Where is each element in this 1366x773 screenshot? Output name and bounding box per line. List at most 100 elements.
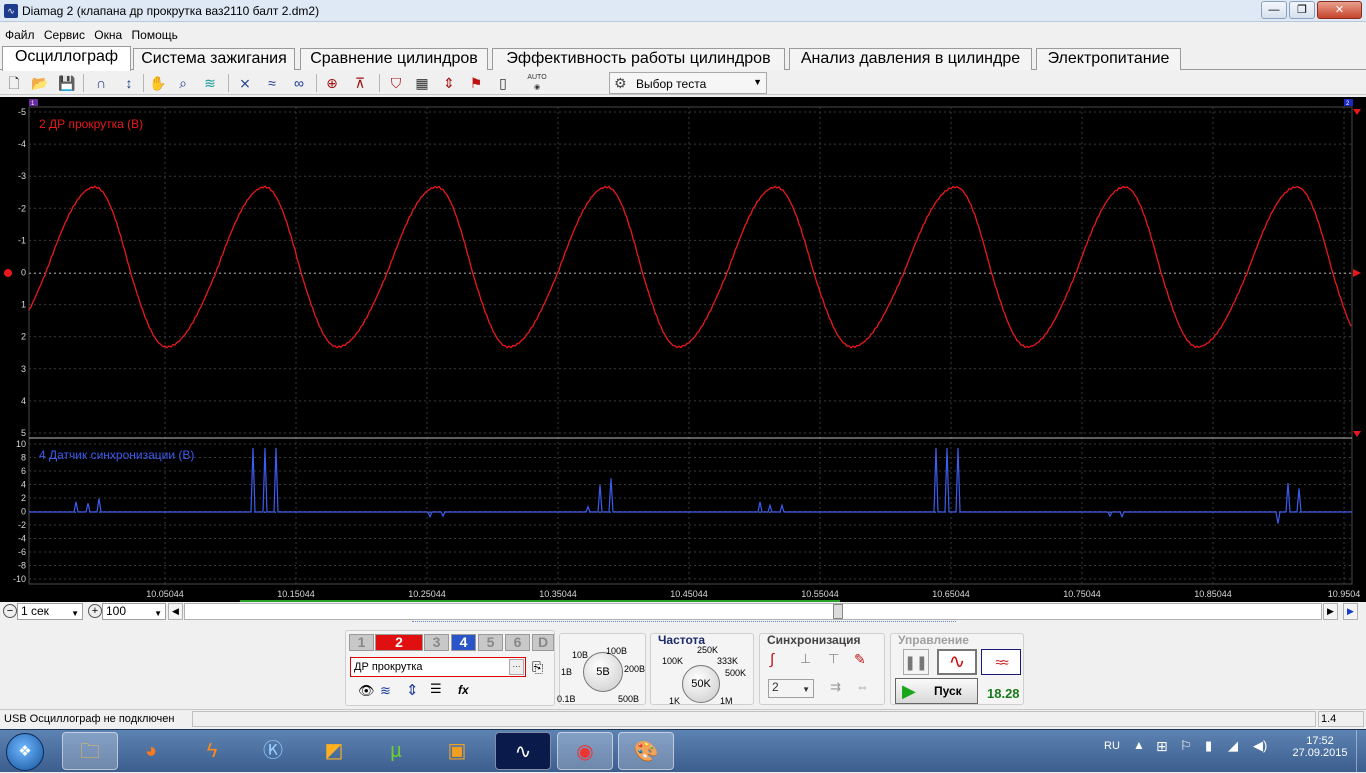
channel-4-button[interactable]: 4 — [451, 634, 476, 651]
auto-mode-icon[interactable]: AUTO ◉ — [527, 73, 547, 93]
channel-5-button[interactable]: 5 — [478, 634, 503, 651]
explorer-taskbar-icon[interactable]: 🗀 — [62, 732, 118, 770]
zoom-icon[interactable]: ⌕ — [173, 73, 193, 93]
scroll-left-button[interactable]: ◀ — [168, 603, 183, 620]
signal-cross-icon[interactable]: ⨯ — [235, 73, 255, 93]
frequency-knob[interactable]: 50K — [682, 665, 720, 703]
filter-icon[interactable]: ≋ — [200, 73, 220, 93]
channel-1-button[interactable]: 1 — [349, 634, 374, 651]
ch2-offset-handle[interactable] — [4, 269, 12, 277]
ch2-tick-label: -4 — [18, 139, 26, 149]
oscilloscope-display[interactable]: -5 -4 -3 -2 -1 0 1 2 3 4 5 10 8 6 4 2 0 -2 -4 -6 -8 -10 2 ДР… — [0, 97, 1366, 586]
horizontal-scrollbar[interactable] — [184, 603, 1322, 620]
wave-filter-icon[interactable]: ≋ — [380, 683, 391, 699]
sync-channel-select[interactable]: 2 ▼ — [768, 679, 814, 698]
channel-2-button[interactable]: 2 — [375, 634, 423, 651]
vertical-scale-icon[interactable]: ↕ — [119, 73, 139, 93]
open-folder-icon[interactable]: 📂 — [30, 73, 50, 93]
menu-windows[interactable]: Окна — [94, 26, 122, 44]
save-icon[interactable]: 💾 — [57, 73, 77, 93]
tab-cylinder-comparison[interactable]: Сравнение цилиндров — [300, 48, 488, 70]
test-select-dropdown[interactable]: ⚙ Выбор теста ▼ — [609, 72, 767, 94]
channel-name-field[interactable]: ДР прокрутка ··· — [350, 657, 526, 677]
multi-wave-mode-button[interactable]: ≈≈ — [981, 649, 1021, 675]
scroll-right-button[interactable]: ▶ — [1323, 603, 1338, 620]
show-desktop-button[interactable] — [1356, 730, 1366, 773]
tab-cylinder-pressure[interactable]: Анализ давления в цилиндре — [789, 48, 1032, 70]
maximize-button[interactable]: ❐ — [1289, 1, 1315, 19]
rising-step-icon[interactable]: ⊥ — [800, 651, 811, 667]
start-button[interactable]: ▶ Пуск — [895, 678, 978, 704]
overlay-wave-icon[interactable]: ∞ — [289, 73, 309, 93]
falling-step-icon[interactable]: ⊤ — [828, 651, 839, 667]
toolbar-separator — [83, 74, 84, 92]
time-zoom-out-button[interactable]: − — [3, 604, 17, 618]
zero-offset-icon[interactable]: ⊼ — [350, 73, 370, 93]
signal-icon[interactable]: ◢ — [1228, 738, 1238, 754]
time-scale-select[interactable]: 1 сек ▼ — [17, 603, 83, 620]
tab-power-supply[interactable]: Электропитание — [1036, 48, 1181, 70]
eye-icon[interactable]: 👁 — [358, 683, 375, 699]
range-knob[interactable]: 5В — [583, 652, 623, 692]
new-file-icon[interactable]: 🗋 — [4, 73, 24, 93]
language-indicator[interactable]: RU — [1104, 740, 1120, 752]
firefox-taskbar-icon[interactable]: ◕ — [123, 732, 179, 770]
media-player-taskbar-icon[interactable]: ▣ — [429, 732, 485, 770]
tab-ignition-system[interactable]: Система зажигания — [133, 48, 295, 70]
tray-arrow-icon[interactable]: ▲ — [1133, 738, 1145, 752]
action-center-icon[interactable]: ⚐ — [1180, 738, 1192, 754]
time-axis: 10.05044 10.15044 10.25044 10.35044 10.45044… — [0, 586, 1366, 602]
function-icon[interactable]: fx — [458, 683, 469, 697]
volume-icon[interactable]: ◀) — [1253, 738, 1267, 754]
channel-3-button[interactable]: 3 — [424, 634, 449, 651]
menu-service[interactable]: Сервис — [44, 26, 85, 44]
probe-icon[interactable]: ⎘ — [532, 659, 543, 676]
marker-filter-icon[interactable]: ⛉ — [386, 73, 406, 93]
game-app-taskbar-icon[interactable]: ◩ — [306, 732, 362, 770]
clock[interactable]: 17:52 27.09.2015 — [1290, 735, 1350, 759]
ch4-tick-label: 6 — [21, 466, 26, 476]
close-button[interactable]: ✕ — [1317, 1, 1362, 19]
menu-file[interactable]: Файл — [5, 26, 35, 44]
multi-wave-icon[interactable]: ≈ — [262, 73, 282, 93]
utorrent-taskbar-icon[interactable]: µ — [368, 732, 424, 770]
menu-help[interactable]: Помощь — [132, 26, 178, 44]
battery-icon[interactable]: ▮ — [1205, 738, 1212, 754]
cursor-lines-icon[interactable]: ⇕ — [439, 73, 459, 93]
auto-scale-icon[interactable]: ⊕ — [322, 73, 342, 93]
sync-center-icon[interactable]: ⇔ — [856, 679, 869, 694]
channel-digital-button[interactable]: D — [532, 634, 554, 651]
flag-marker-icon[interactable]: ⚑ — [466, 73, 486, 93]
auto-mode-label: AUTO — [527, 74, 547, 81]
scrollbar-thumb[interactable] — [833, 604, 843, 619]
zoom-in-button[interactable]: + — [88, 604, 102, 618]
hand-pan-icon[interactable]: ✋ — [148, 73, 168, 93]
channel-6-button[interactable]: 6 — [505, 634, 530, 651]
zoom-select[interactable]: 100 ▼ — [102, 603, 166, 620]
grid-table-icon[interactable]: ▦ — [412, 73, 432, 93]
rising-edge-icon[interactable]: ∫ — [770, 651, 774, 668]
chrome-taskbar-icon[interactable]: ◉ — [557, 732, 613, 770]
ch2-right-handle[interactable] — [1353, 269, 1361, 277]
invert-signal-icon[interactable]: ∩ — [91, 73, 111, 93]
sync-pen-icon[interactable]: ✎ — [854, 651, 866, 668]
channel-name-more-button[interactable]: ··· — [509, 659, 524, 675]
minimize-button[interactable]: — — [1261, 1, 1287, 19]
single-wave-mode-button[interactable]: ∿ — [937, 649, 977, 675]
pause-button[interactable]: ❚❚ — [903, 649, 929, 675]
k-app-taskbar-icon[interactable]: Ⓚ — [245, 732, 301, 770]
panel-splitter[interactable] — [412, 621, 956, 626]
play-forward-button[interactable]: ▶ — [1343, 603, 1358, 620]
windows-flag-icon[interactable]: ⊞ — [1156, 738, 1168, 755]
grid-lines-icon[interactable]: ☰ — [430, 681, 442, 697]
document-icon[interactable]: ▯ — [493, 73, 513, 93]
paint-taskbar-icon[interactable]: 🎨 — [618, 732, 674, 770]
vertical-shift-icon[interactable]: ⇕ — [406, 681, 419, 699]
tab-cylinder-efficiency[interactable]: Эффективность работы цилиндров — [492, 48, 785, 70]
diamag-taskbar-icon[interactable]: ∿ — [495, 732, 551, 770]
sync-panel: Синхронизация ∫ ⊥ ⊤ ✎ 2 ▼ ⇉ ⇔ — [759, 633, 885, 705]
start-menu-button[interactable]: ❖ — [6, 733, 44, 771]
tab-oscilloscope[interactable]: Осциллограф — [2, 46, 131, 71]
sync-shift-icon[interactable]: ⇉ — [830, 679, 841, 695]
lightning-app-taskbar-icon[interactable]: ϟ — [184, 732, 240, 770]
